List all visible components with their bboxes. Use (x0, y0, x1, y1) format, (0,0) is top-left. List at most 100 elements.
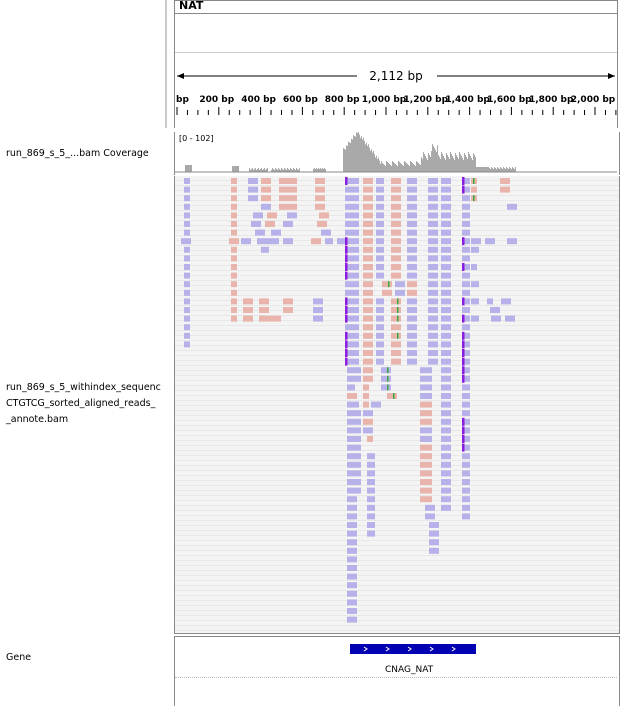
gene-track-name[interactable]: Gene (6, 650, 31, 665)
aligned-read (265, 221, 275, 227)
aligned-read (315, 178, 325, 184)
aligned-read (363, 246, 373, 253)
coverage-bar (429, 155, 430, 172)
aligned-read (248, 178, 258, 184)
coverage-bar (186, 165, 187, 172)
coverage-bar (478, 167, 479, 172)
aligned-read (441, 367, 451, 374)
alignment-track-name-line3[interactable]: _annote.bam (6, 412, 68, 427)
coverage-bar (388, 163, 389, 172)
aligned-read (441, 470, 451, 477)
aligned-read (441, 487, 451, 494)
aligned-read (428, 272, 438, 279)
coverage-bar (454, 160, 455, 172)
ruler[interactable]: 2,112 bp bp 200 bp 400 bp 600 bp 800 bp 1,000… (174, 52, 618, 128)
aligned-read (462, 289, 470, 296)
aligned-read (279, 186, 297, 193)
aligned-read (441, 281, 451, 288)
insertion-marker (462, 263, 465, 271)
aligned-read (184, 272, 190, 279)
aligned-read (231, 212, 237, 219)
coverage-bar (495, 168, 496, 172)
coverage-bar (438, 155, 439, 172)
aligned-read (367, 461, 375, 468)
insertion-marker (345, 254, 348, 263)
ruler-tick-label: 1,400 bp (445, 95, 490, 105)
aligned-read (253, 212, 263, 219)
insertion-marker (462, 435, 465, 443)
coverage-track[interactable]: [0 - 102] (174, 132, 620, 175)
coverage-bar (420, 165, 421, 172)
coverage-bar (466, 157, 467, 172)
aligned-read (347, 496, 357, 503)
coverage-bar (435, 150, 436, 172)
aligned-read (184, 203, 190, 210)
coverage-track-name[interactable]: run_869_s_5_...bam Coverage (6, 146, 149, 161)
aligned-read (407, 264, 417, 270)
aligned-read (347, 522, 357, 528)
aligned-read (184, 195, 190, 202)
chromosome-ideogram[interactable] (174, 14, 618, 53)
aligned-read (363, 384, 369, 391)
aligned-read (363, 350, 373, 356)
aligned-read (345, 203, 359, 210)
aligned-read (243, 307, 253, 313)
coverage-bar (471, 158, 472, 172)
aligned-read (376, 221, 384, 227)
aligned-read (420, 410, 432, 417)
aligned-read (347, 479, 361, 485)
aligned-read (420, 461, 432, 468)
coverage-bar (497, 167, 498, 172)
coverage-bar (382, 163, 383, 172)
aligned-read (441, 186, 451, 193)
aligned-read (391, 315, 401, 322)
coverage-bar (513, 168, 514, 172)
aligned-read (462, 487, 470, 494)
coverage-bar (409, 166, 410, 172)
coverage-bar (430, 157, 431, 172)
aligned-read (420, 418, 432, 425)
aligned-read (347, 539, 357, 546)
alignment-track[interactable] (174, 176, 620, 634)
coverage-bar (281, 168, 282, 172)
coverage-bar (233, 166, 234, 172)
coverage-bar (437, 145, 438, 172)
coverage-bar (345, 149, 346, 172)
aligned-read (462, 401, 470, 408)
aligned-read (462, 246, 470, 253)
aligned-read (363, 238, 373, 245)
aligned-read (363, 375, 373, 382)
coverage-bar (187, 165, 188, 172)
gene-track[interactable]: CNAG_NAT (174, 636, 620, 706)
aligned-read (363, 281, 373, 288)
aligned-read (420, 436, 432, 442)
aligned-read (407, 221, 417, 227)
aligned-read (441, 461, 451, 468)
coverage-bar (464, 153, 465, 172)
coverage-bar (407, 164, 408, 172)
ruler-tick-label: 800 bp (325, 95, 360, 105)
alignment-track-name-line1[interactable]: run_869_s_5_withindex_sequenc (6, 380, 161, 395)
ruler-tick-label: 1,600 bp (487, 95, 532, 105)
coverage-bar (463, 160, 464, 172)
alignment-track-name-line2[interactable]: CTGTCG_sorted_aligned_reads_ (6, 396, 155, 411)
aligned-read (363, 212, 373, 219)
aligned-read (345, 229, 359, 236)
aligned-read (395, 281, 405, 288)
aligned-read (407, 229, 417, 236)
coverage-bar (378, 157, 379, 172)
aligned-read (391, 264, 401, 270)
coverage-bar (472, 160, 473, 172)
aligned-read (391, 272, 401, 279)
insertion-marker (345, 245, 348, 254)
aligned-read (345, 281, 359, 288)
aligned-read (490, 307, 500, 313)
aligned-read (428, 246, 438, 253)
locus-box[interactable]: NAT (174, 0, 618, 14)
aligned-read (231, 307, 237, 313)
aligned-read (462, 272, 470, 279)
aligned-read (279, 178, 297, 184)
aligned-read (315, 195, 325, 202)
aligned-read (367, 496, 375, 503)
coverage-bar (414, 165, 415, 172)
